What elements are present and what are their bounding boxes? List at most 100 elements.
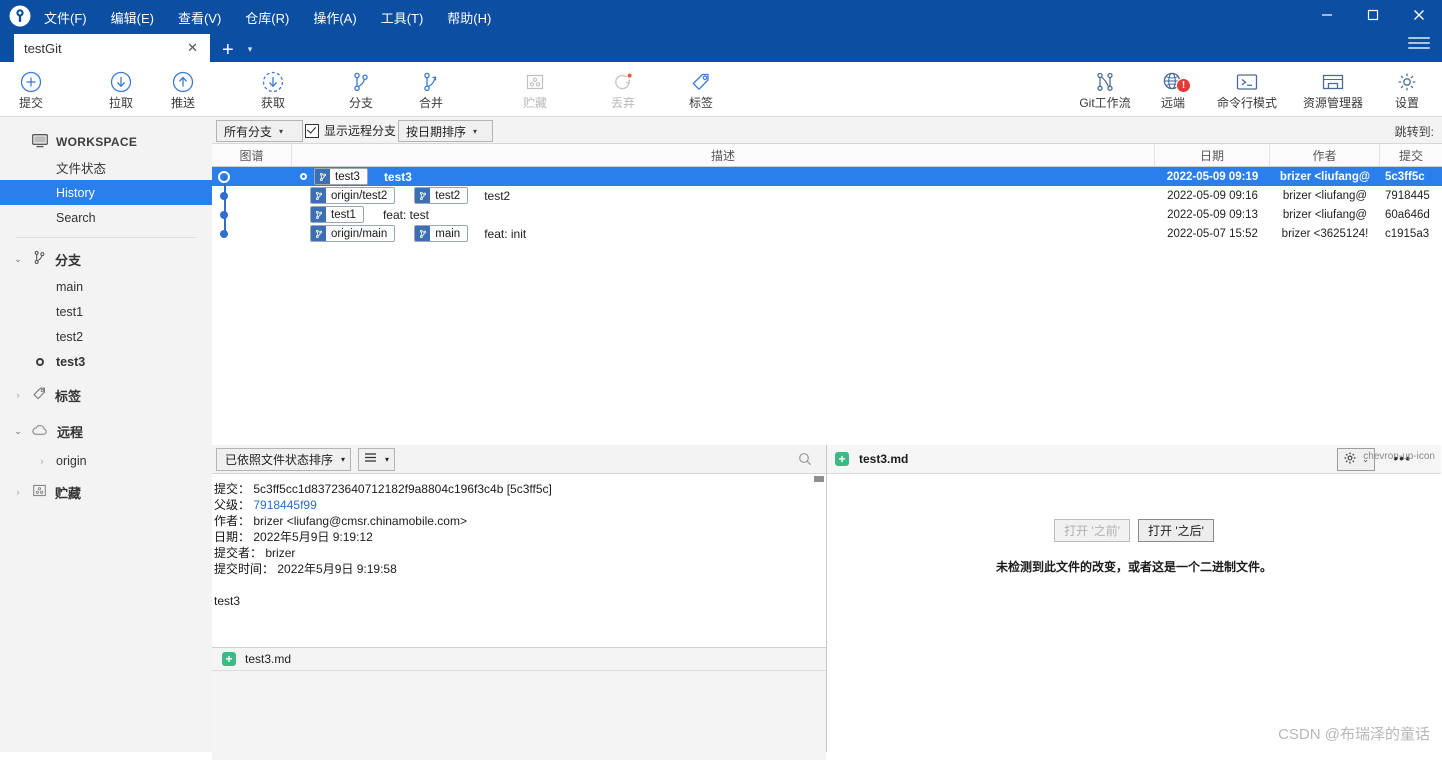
commit-sha: c1915a3 bbox=[1385, 227, 1430, 240]
ref-tag[interactable]: main bbox=[414, 225, 469, 242]
sidebar-item-file-status[interactable]: 文件状态 bbox=[0, 155, 212, 180]
menu-tools[interactable]: 工具(T) bbox=[377, 6, 428, 29]
table-row[interactable]: test1 feat: test 2022-05-09 09:13 brizer… bbox=[212, 205, 1442, 224]
commit-date: 2022-05-09 09:19 bbox=[1166, 170, 1259, 183]
toolbar-discard-button[interactable]: 丢弃 bbox=[592, 62, 654, 116]
ref-tag[interactable]: origin/test2 bbox=[310, 187, 396, 204]
file-sort-dropdown[interactable]: 已依照文件状态排序 ▾ bbox=[216, 447, 352, 471]
detail-line-committer: 提交者： brizer bbox=[214, 545, 816, 561]
commit-detail-panel: 已依照文件状态排序 ▾ ▾ 提交： 5c3ff5cc1d837236407121… bbox=[212, 445, 827, 760]
toolbar-gitflow-button[interactable]: Git工作流 bbox=[1068, 62, 1142, 116]
view-mode-dropdown[interactable]: ▾ bbox=[358, 447, 396, 471]
toolbar-settings-button[interactable]: 设置 bbox=[1376, 62, 1438, 116]
sidebar-group-remotes[interactable]: ⌄ 远程 bbox=[0, 416, 212, 446]
toolbar-terminal-button[interactable]: 命令行模式 bbox=[1204, 62, 1290, 116]
column-header-date[interactable]: 日期 bbox=[1155, 144, 1270, 166]
tab-list-chevron-down-icon[interactable]: ▾ bbox=[248, 44, 253, 55]
ref-tag[interactable]: test3 bbox=[314, 168, 368, 185]
commit-description-cell: test1 feat: test bbox=[292, 206, 1155, 223]
menu-repository[interactable]: 仓库(R) bbox=[241, 6, 293, 29]
sidebar-group-branches[interactable]: ⌄ 分支 bbox=[0, 244, 212, 274]
toolbar-fetch-label: 获取 bbox=[260, 96, 285, 110]
diff-panel: + test3.md ⌄ ••• chevron-up-icon 打开 '之前'… bbox=[827, 445, 1441, 752]
ref-tag[interactable]: test1 bbox=[310, 206, 364, 223]
commit-detail-toolbar: 已依照文件状态排序 ▾ ▾ bbox=[212, 445, 826, 474]
chevron-down-icon[interactable]: ⌄ bbox=[12, 426, 24, 437]
table-row[interactable]: origin/test2 test2 test2 2022-05-09 09:1… bbox=[212, 186, 1442, 205]
toolbar-commit-button[interactable]: 提交 bbox=[0, 62, 62, 116]
toolbar-fetch-button[interactable]: 获取 bbox=[242, 62, 304, 116]
tab-testgit[interactable]: testGit ✕ bbox=[14, 34, 210, 62]
sidebar-workspace-header[interactable]: WORKSPACE bbox=[0, 129, 212, 155]
branch-icon bbox=[311, 188, 326, 203]
menu-help[interactable]: 帮助(H) bbox=[443, 6, 495, 29]
column-header-author[interactable]: 作者 bbox=[1270, 144, 1380, 166]
toolbar-pull-button[interactable]: 拉取 bbox=[90, 62, 152, 116]
toolbar-explorer-button[interactable]: 资源管理器 bbox=[1290, 62, 1376, 116]
ref-tag-label: test3 bbox=[335, 170, 360, 183]
open-after-button[interactable]: 打开 '之后' bbox=[1138, 519, 1214, 542]
sidebar-branch-test3[interactable]: test3 bbox=[0, 349, 212, 374]
toolbar-push-button[interactable]: 推送 bbox=[152, 62, 214, 116]
title-bar: 文件(F) 编辑(E) 查看(V) 仓库(R) 操作(A) 工具(T) 帮助(H… bbox=[0, 0, 1442, 62]
table-row[interactable]: test3 test3 2022-05-09 09:19 brizer <liu… bbox=[212, 167, 1442, 186]
graph-node-icon bbox=[220, 211, 228, 219]
chevron-right-icon[interactable]: › bbox=[12, 487, 24, 497]
sidebar-remote-origin[interactable]: › origin bbox=[0, 446, 212, 475]
maximize-button[interactable] bbox=[1350, 0, 1396, 30]
list-item[interactable]: + test3.md bbox=[212, 648, 826, 671]
open-before-button[interactable]: 打开 '之前' bbox=[1054, 519, 1130, 542]
show-remote-branches-checkbox[interactable]: 显示远程分支 bbox=[305, 122, 396, 139]
sidebar-group-stashes[interactable]: › 贮藏 bbox=[0, 477, 212, 507]
commit-metadata[interactable]: 提交： 5c3ff5cc1d83723640712182f9a8804c196f… bbox=[212, 474, 826, 648]
sidebar-branch-test1[interactable]: test1 bbox=[0, 299, 212, 324]
toolbar-remote-button[interactable]: ! 远端 bbox=[1142, 62, 1204, 116]
commit-description-cell: origin/test2 test2 test2 bbox=[292, 187, 1155, 204]
menu-actions[interactable]: 操作(A) bbox=[309, 6, 360, 29]
column-header-graph[interactable]: 图谱 bbox=[212, 144, 292, 166]
column-header-commit[interactable]: 提交 bbox=[1380, 144, 1442, 166]
sidebar-item-history[interactable]: History bbox=[0, 180, 212, 205]
sort-order-dropdown[interactable]: 按日期排序 ▾ bbox=[398, 120, 493, 142]
chevron-down-icon[interactable]: ⌄ bbox=[12, 254, 24, 265]
menu-edit[interactable]: 编辑(E) bbox=[107, 6, 158, 29]
discard-refresh-icon bbox=[611, 69, 635, 95]
sidebar-branch-main[interactable]: main bbox=[0, 274, 212, 299]
hamburger-menu-icon[interactable] bbox=[1408, 34, 1430, 52]
branch-icon bbox=[415, 188, 431, 203]
detail-scrollbar[interactable] bbox=[814, 476, 824, 586]
menu-file[interactable]: 文件(F) bbox=[40, 6, 91, 29]
table-row[interactable]: origin/main main feat: init 2022-05-07 1… bbox=[212, 224, 1442, 243]
committer-value: brizer bbox=[265, 546, 296, 560]
search-icon[interactable] bbox=[798, 452, 812, 466]
tab-close-icon[interactable]: ✕ bbox=[187, 40, 198, 56]
detail-line-date: 日期： 2022年5月9日 9:19:12 bbox=[214, 529, 816, 545]
sidebar-item-search[interactable]: Search bbox=[0, 205, 212, 230]
close-button[interactable] bbox=[1396, 0, 1442, 30]
main-panel: 所有分支 ▾ 显示远程分支 按日期排序 ▾ 跳转到: 图谱 描述 日期 作者 提… bbox=[212, 117, 1442, 760]
new-tab-button[interactable]: + bbox=[222, 40, 234, 60]
branch-icon bbox=[349, 69, 373, 95]
ref-tag[interactable]: origin/main bbox=[310, 225, 396, 242]
toolbar-branch-button[interactable]: 分支 bbox=[330, 62, 392, 116]
menu-view[interactable]: 查看(V) bbox=[174, 6, 225, 29]
chevron-down-icon: ▾ bbox=[341, 454, 346, 464]
chevron-up-icon[interactable]: chevron-up-icon bbox=[1363, 451, 1435, 462]
toolbar-stash-button[interactable]: 贮藏 bbox=[504, 62, 566, 116]
branch-icon bbox=[315, 169, 330, 184]
chevron-right-icon[interactable]: › bbox=[36, 456, 48, 466]
sidebar-workspace-label: WORKSPACE bbox=[56, 135, 138, 149]
column-header-description[interactable]: 描述 bbox=[292, 144, 1155, 166]
branch-filter-dropdown[interactable]: 所有分支 ▾ bbox=[216, 120, 303, 142]
minimize-button[interactable] bbox=[1304, 0, 1350, 30]
chevron-right-icon[interactable]: › bbox=[12, 390, 24, 400]
toolbar-merge-button[interactable]: 合并 bbox=[400, 62, 462, 116]
sidebar-group-tags[interactable]: › 标签 bbox=[0, 380, 212, 410]
parent-value-link[interactable]: 7918445f99 bbox=[253, 498, 316, 512]
sidebar-item-label: History bbox=[56, 185, 95, 200]
sidebar-branch-test2[interactable]: test2 bbox=[0, 324, 212, 349]
ref-tag[interactable]: test2 bbox=[414, 187, 469, 204]
diff-file-name: test3.md bbox=[859, 452, 909, 466]
commit-graph-cell bbox=[212, 186, 292, 205]
toolbar-tag-button[interactable]: 标签 bbox=[670, 62, 732, 116]
